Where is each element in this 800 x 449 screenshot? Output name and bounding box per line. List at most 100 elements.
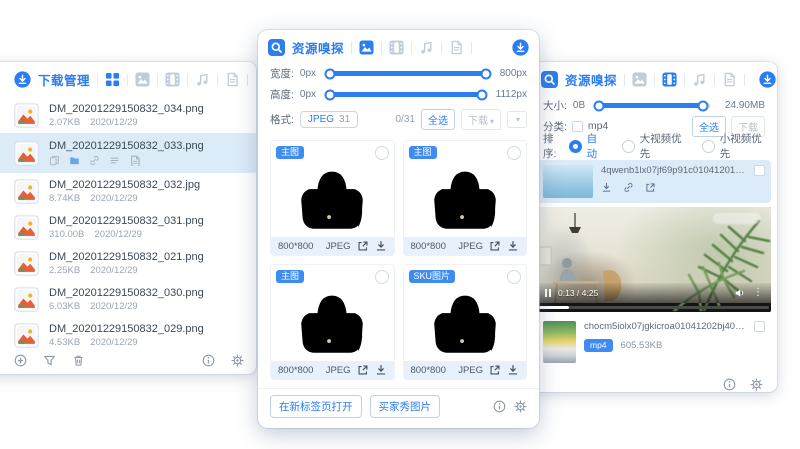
open-new-tab-button[interactable]: 在新标签页打开 [270,395,362,418]
slider-handle-max[interactable] [476,89,487,100]
width-slider[interactable] [330,71,486,76]
progress-fill [539,306,569,309]
select-all-button[interactable]: 全选 [421,109,455,130]
card-checkbox[interactable] [375,146,389,160]
collapse-button[interactable]: ▾ [507,111,527,128]
file-size: 310.00B [49,229,84,240]
plus-circle-icon[interactable] [14,354,27,367]
download-icon[interactable] [375,240,387,252]
document-filter-icon[interactable] [225,72,240,87]
height-label: 高度: [270,87,294,102]
video-player[interactable]: 0:13 / 4:25 ⋮ [537,207,771,312]
more-vertical-icon[interactable]: ⋮ [753,288,763,298]
music-filter-icon[interactable] [195,72,210,87]
info-icon[interactable] [493,400,506,413]
format-badge: mp4 [584,339,613,352]
info-icon[interactable] [723,378,736,391]
video-filter-icon[interactable] [165,72,180,87]
file-row[interactable]: DM_20201229150832_021.png 2.25KB2020/12/… [0,245,256,281]
open-external-icon[interactable] [357,240,369,252]
video-preview[interactable]: 0:13 / 4:25 ⋮ [537,207,771,303]
file-row[interactable]: DM_20201229150832_030.png 6.03KB2020/12/… [0,281,256,317]
list-icon[interactable] [109,155,120,166]
slider-handle-min[interactable] [325,89,336,100]
video-checkbox[interactable] [754,165,765,176]
file-info-icon[interactable] [129,155,140,166]
image-tab-icon[interactable] [632,72,647,87]
file-row-selected[interactable]: DM_20201229150832_033.png [0,133,256,173]
download-icon[interactable] [507,364,519,376]
width-label: 宽度: [270,66,294,81]
card-checkbox[interactable] [507,270,521,284]
link-icon[interactable] [89,155,100,166]
file-name: DM_20201229150832_032.jpg [49,179,200,191]
file-row[interactable]: DM_20201229150832_032.jpg 8.74KB2020/12/… [0,173,256,209]
volume-icon[interactable] [734,287,746,299]
video-list-item[interactable]: chocm5iolx07jgkicroa01041202bj40e0... mp… [537,316,771,368]
document-tab-icon[interactable] [449,40,464,55]
file-date: 2020/12/29 [90,301,138,312]
image-tab-icon[interactable] [359,40,374,55]
slider-handle-max[interactable] [698,100,709,111]
copy-icon[interactable] [49,155,60,166]
image-card[interactable]: SKU图片 800*800 JPEG [403,264,528,380]
download-icon[interactable] [601,182,612,193]
video-list-item-selected[interactable]: 4qwenb1lx07jf69p91c01041201lzx0e0... [537,160,771,203]
slider-handle-max[interactable] [480,68,491,79]
music-tab-icon[interactable] [419,40,434,55]
info-icon[interactable] [202,354,215,367]
video-tab-icon[interactable] [662,72,677,87]
slider-handle-min[interactable] [594,100,605,111]
video-tab-icon[interactable] [389,40,404,55]
trash-icon[interactable] [72,354,85,367]
image-card[interactable]: 主图 800*800 JPEG [270,140,395,256]
file-row[interactable]: DM_20201229150832_031.png 310.00B2020/12… [0,209,256,245]
image-thumbnail-icon [14,103,39,128]
settings-icon[interactable] [750,378,763,391]
size-slider-row: 大小: 0B 24.90MB [531,95,777,116]
buyer-show-button[interactable]: 买家秀图片 [370,395,441,418]
music-tab-icon[interactable] [692,72,707,87]
download-circle-icon[interactable] [759,71,776,88]
grid-view-icon[interactable] [105,72,120,87]
file-row[interactable]: DM_20201229150832_034.png 2.07KB2020/12/… [0,97,256,133]
settings-icon[interactable] [514,400,527,413]
mp4-checkbox[interactable] [572,121,583,132]
divider [654,74,655,86]
slider-handle-min[interactable] [325,68,336,79]
card-checkbox[interactable] [375,270,389,284]
video-file-name: 4qwenb1lx07jf69p91c01041201lzx0e0... [601,165,746,176]
filter-icon[interactable] [43,354,56,367]
open-folder-icon[interactable] [69,155,80,166]
image-thumbnail-icon [14,141,39,166]
card-checkbox[interactable] [507,146,521,160]
height-slider[interactable] [330,92,482,97]
download-dropdown-button[interactable]: 下载▾ [461,109,501,130]
file-date: 2020/12/29 [90,265,138,276]
chevron-down-icon: ▾ [516,115,520,124]
document-tab-icon[interactable] [722,72,737,87]
image-filter-icon[interactable] [135,72,150,87]
sort-big-first-radio[interactable] [622,140,635,153]
download-circle-icon[interactable] [512,39,529,56]
settings-icon[interactable] [231,354,244,367]
watermark [713,213,761,224]
size-slider[interactable] [599,103,711,108]
pause-icon[interactable] [545,289,551,297]
image-card[interactable]: 主图 800*800 JPEG [270,264,395,380]
file-row[interactable]: DM_20201229150832_029.png 4.53KB2020/12/… [0,317,256,353]
open-external-icon[interactable] [645,182,656,193]
format-chip[interactable]: JPEG 31 [300,111,358,128]
sort-auto-radio[interactable] [569,140,582,153]
image-card[interactable]: 主图 800*800 JPEG [403,140,528,256]
video-checkbox[interactable] [754,321,765,332]
open-external-icon[interactable] [489,364,501,376]
link-icon[interactable] [623,182,634,193]
open-external-icon[interactable] [489,240,501,252]
download-icon[interactable] [507,240,519,252]
download-circle-icon[interactable] [14,71,31,88]
download-icon[interactable] [375,364,387,376]
open-external-icon[interactable] [357,364,369,376]
video-sniffer-panel: 资源嗅探 大小: 0B 24.90MB 分类: [531,62,777,392]
sort-small-first-radio[interactable] [702,140,715,153]
